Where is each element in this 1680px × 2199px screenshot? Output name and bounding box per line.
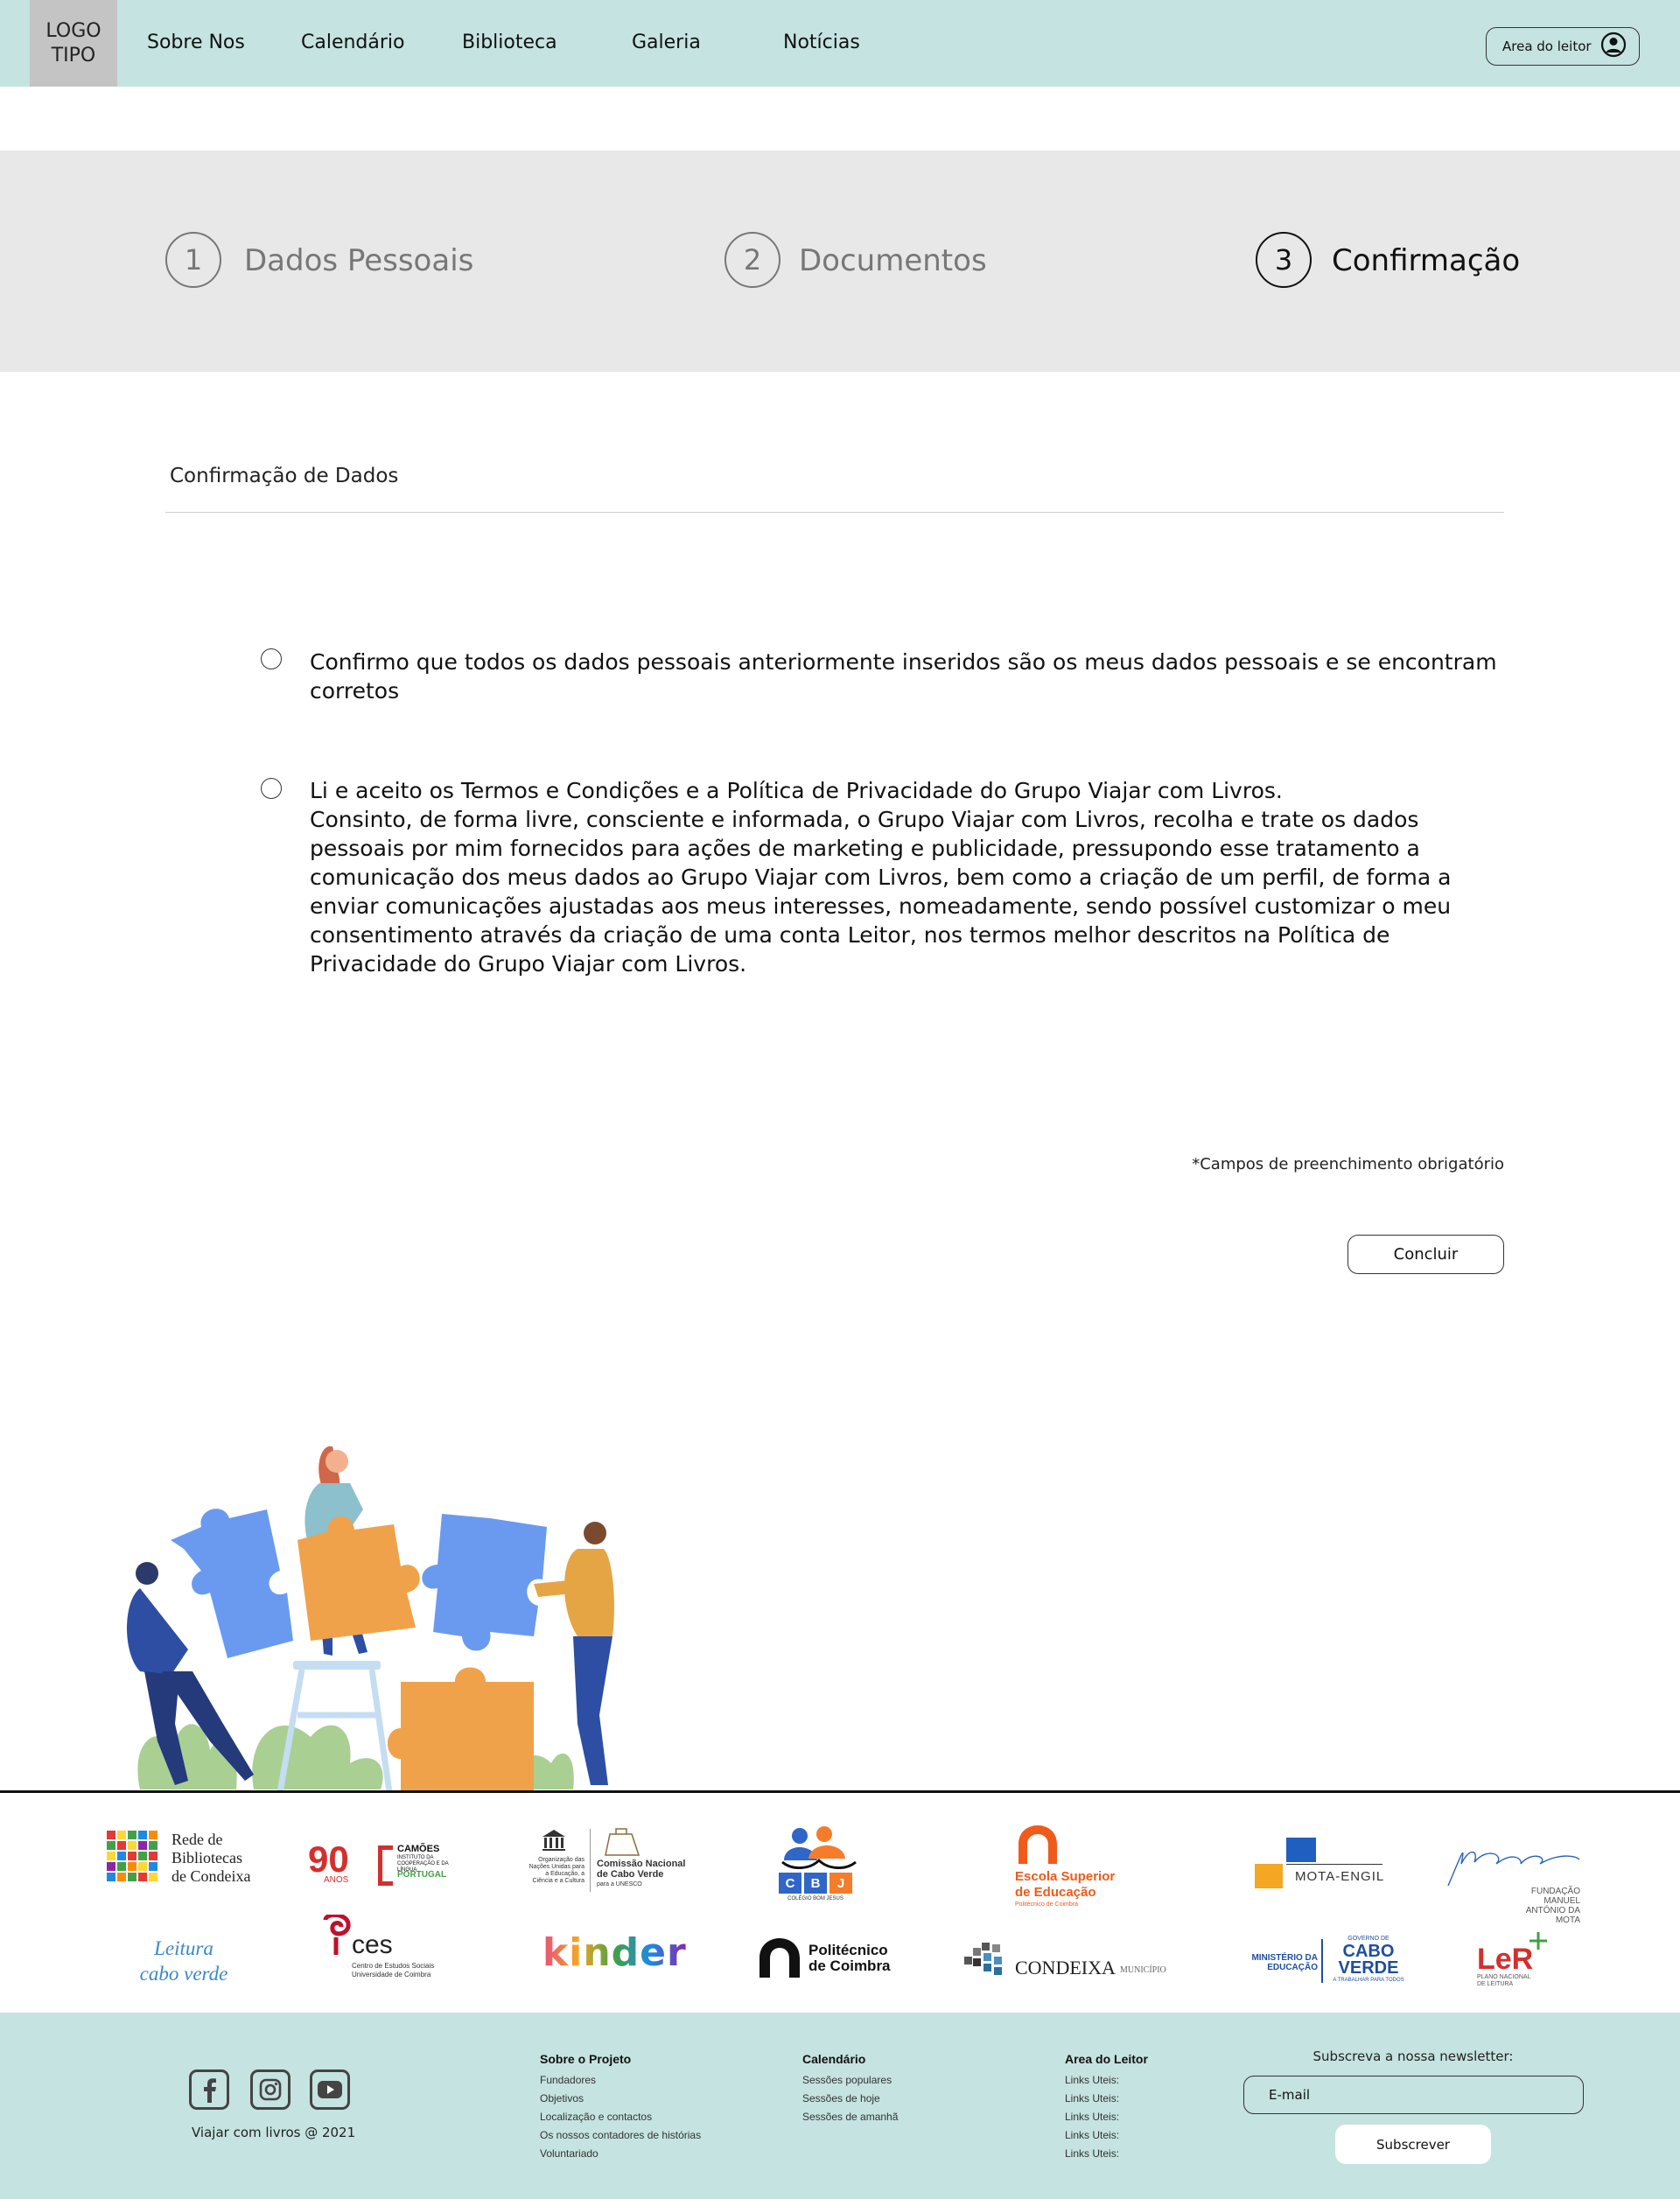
mota-engil-text: MOTA-ENGIL	[1295, 1869, 1385, 1884]
footer-column-leitor: Area do Leitor Links Uteis: Links Uteis:…	[1065, 2052, 1148, 2163]
reader-area-label: Area do leitor	[1502, 39, 1592, 54]
section-title: Confirmação de Dados	[170, 465, 399, 487]
ler-sub: PLANO NACIONAL DE LEITURA	[1477, 1974, 1531, 1987]
unesco-right-text: Comissão Nacional de Cabo Verde	[597, 1859, 686, 1880]
footer-column-title: Sobre o Projeto	[540, 2052, 632, 2066]
step-3-number: 3	[1256, 232, 1312, 288]
footer-column-calendario: Calendário Sessões populares Sessões de …	[802, 2052, 898, 2126]
step-1-number: 1	[165, 232, 221, 288]
escola-sub: Politécnico de Coimbra	[1015, 1901, 1078, 1908]
confirm-data-radio[interactable]	[261, 648, 282, 669]
rede-bibliotecas-logo: Rede de Bibliotecas de Condeixa	[107, 1829, 264, 1894]
camoes-years: 90	[308, 1838, 349, 1880]
kinder-logo: kinder	[542, 1930, 687, 1975]
accept-terms-radio[interactable]	[261, 778, 282, 799]
step-1-label: Dados Pessoais	[244, 243, 474, 278]
step-3-label: Confirmação	[1332, 243, 1521, 278]
nav-item-biblioteca[interactable]: Biblioteca	[462, 32, 557, 53]
footer-column-title: Area do Leitor	[1065, 2052, 1148, 2066]
confirm-data-text: Confirmo que todos os dados pessoais ant…	[310, 649, 1497, 704]
user-circle-icon	[1600, 32, 1627, 61]
cbj-letter-b: B	[804, 1873, 827, 1894]
footer-link[interactable]: Fundadores	[540, 2071, 701, 2090]
newsletter-title: Subscreva a nossa newsletter:	[1312, 2048, 1514, 2064]
ces-sub: Centro de Estudos Sociais Universidade d…	[352, 1962, 435, 1978]
subscribe-button[interactable]: Subscrever	[1335, 2125, 1491, 2164]
cbj-sub: COLÉGIO BOM JESUS	[788, 1896, 844, 1901]
camoes-country: PORTUGAL	[397, 1870, 447, 1880]
puzzle-team-illustration	[122, 1426, 665, 1797]
condeixa-text: CONDEIXA	[1015, 1957, 1116, 1978]
footer-link[interactable]: Voluntariado	[540, 2145, 701, 2163]
escola-name: Escola Superior de Educação	[1015, 1869, 1116, 1900]
footer-column-projeto: Sobre o Projeto Fundadores Objetivos Loc…	[540, 2052, 701, 2163]
camoes-anos: ANOS	[324, 1875, 349, 1885]
newsletter-email-input[interactable]	[1243, 2076, 1584, 2114]
ces-name: ces	[352, 1930, 393, 1959]
nav-item-calendario[interactable]: Calendário	[301, 32, 405, 53]
footer-link[interactable]: Sessões de hoje	[802, 2090, 898, 2108]
facebook-icon[interactable]	[189, 2069, 229, 2110]
politecnico-text: Politécnico de Coimbra	[808, 1942, 891, 1974]
unesco-left-text: Organização das Nações Unidas para a Edu…	[528, 1857, 584, 1884]
mota-engil-logo: MOTA-ENGIL	[1255, 1838, 1386, 1890]
cabo-text: CABO	[1342, 1942, 1395, 1961]
footer-link[interactable]: Os nossos contadores de histórias	[540, 2126, 701, 2145]
governo-sub: A TRABALHAR PARA TODOS	[1333, 1978, 1404, 1983]
camoes-name: CAMÕES	[397, 1844, 440, 1854]
condeixa-sub: MUNICÍPIO	[1120, 1965, 1166, 1975]
governo-text: GOVERNO DE	[1348, 1936, 1390, 1942]
leitura-cabo-verde-logo: Leitura cabo verde	[139, 1937, 228, 1985]
nav-item-sobre-nos[interactable]: Sobre Nos	[147, 32, 245, 53]
footer-link[interactable]: Localização e contactos	[540, 2108, 701, 2126]
footer-link[interactable]: Links Uteis:	[1065, 2145, 1148, 2163]
condeixa-logo: CONDEIXA MUNICÍPIO	[962, 1939, 1177, 1983]
youtube-icon[interactable]	[310, 2069, 350, 2110]
reader-area-button[interactable]: Area do leitor	[1486, 27, 1640, 66]
footer-link[interactable]: Links Uteis:	[1065, 2090, 1148, 2108]
consent-paragraph: Consinto, de forma livre, consciente e i…	[310, 807, 1452, 977]
required-fields-note: *Campos de preenchimento obrigatório	[1192, 1155, 1504, 1173]
camoes-logo: 90 ANOS CAMÕES INSTITUTO DA COOPERAÇÃO E…	[308, 1838, 466, 1890]
nav-item-noticias[interactable]: Notícias	[783, 32, 860, 53]
footer-link[interactable]: Sessões de amanhã	[802, 2108, 898, 2126]
rede-bibliotecas-text: Rede de Bibliotecas de Condeixa	[172, 1831, 251, 1885]
ministerio-cabo-verde-logo: MINISTÉRIO DA EDUCAÇÃO GOVERNO DE CABO V…	[1234, 1936, 1409, 1988]
section-divider	[165, 512, 1504, 513]
conclude-button[interactable]: Concluir	[1348, 1235, 1504, 1274]
ler-text: LeR	[1477, 1943, 1534, 1976]
fundacao-text: FUNDAÇÃO MANUEL ANTÓNIO DA MOTA	[1525, 1887, 1580, 1925]
instagram-icon[interactable]	[250, 2069, 290, 2110]
footer-link[interactable]: Links Uteis:	[1065, 2126, 1148, 2145]
camoes-bracket	[378, 1845, 393, 1886]
cbj-letter-j: J	[830, 1873, 852, 1894]
ground-line	[0, 1790, 1680, 1793]
footer-column-title: Calendário	[802, 2052, 866, 2066]
politecnico-logo: Politécnico de Coimbra	[758, 1937, 906, 1981]
nav-item-galeria[interactable]: Galeria	[632, 32, 701, 53]
accept-terms-line-1: Li e aceito os Termos e Condições e a Po…	[310, 778, 1283, 803]
ministerio-text: MINISTÉRIO DA EDUCAÇÃO	[1251, 1953, 1318, 1972]
accept-terms-text: Li e aceito os Termos e Condições e a Po…	[310, 776, 1500, 978]
escola-superior-logo: Escola Superior de Educação Politécnico …	[1015, 1824, 1138, 1908]
copyright-text: Viajar com livros @ 2021	[192, 2125, 356, 2140]
footer-link[interactable]: Links Uteis:	[1065, 2071, 1148, 2090]
unesco-logo: Organização das Nações Unidas para a Edu…	[525, 1827, 696, 1897]
footer-link[interactable]: Objetivos	[540, 2090, 701, 2108]
verde-text: VERDE	[1338, 1958, 1399, 1978]
step-2-label: Documentos	[799, 243, 987, 278]
logo[interactable]: LOGO TIPO	[30, 0, 117, 87]
cbj-logo: C B J COLÉGIO BOM JESUS	[775, 1825, 863, 1908]
footer-link[interactable]: Sessões populares	[802, 2071, 898, 2090]
cbj-letter-c: C	[779, 1873, 802, 1894]
step-2-number: 2	[724, 232, 780, 288]
unesco-right-sub: para a UNESCO	[597, 1881, 642, 1887]
ces-logo: ces Centro de Estudos Sociais Universida…	[320, 1915, 452, 1985]
footer-link[interactable]: Links Uteis:	[1065, 2108, 1148, 2126]
ler-logo: LeR PLANO NACIONAL DE LEITURA	[1477, 1930, 1556, 1992]
fundacao-mota-logo: FUNDAÇÃO MANUEL ANTÓNIO DA MOTA	[1444, 1838, 1584, 1925]
